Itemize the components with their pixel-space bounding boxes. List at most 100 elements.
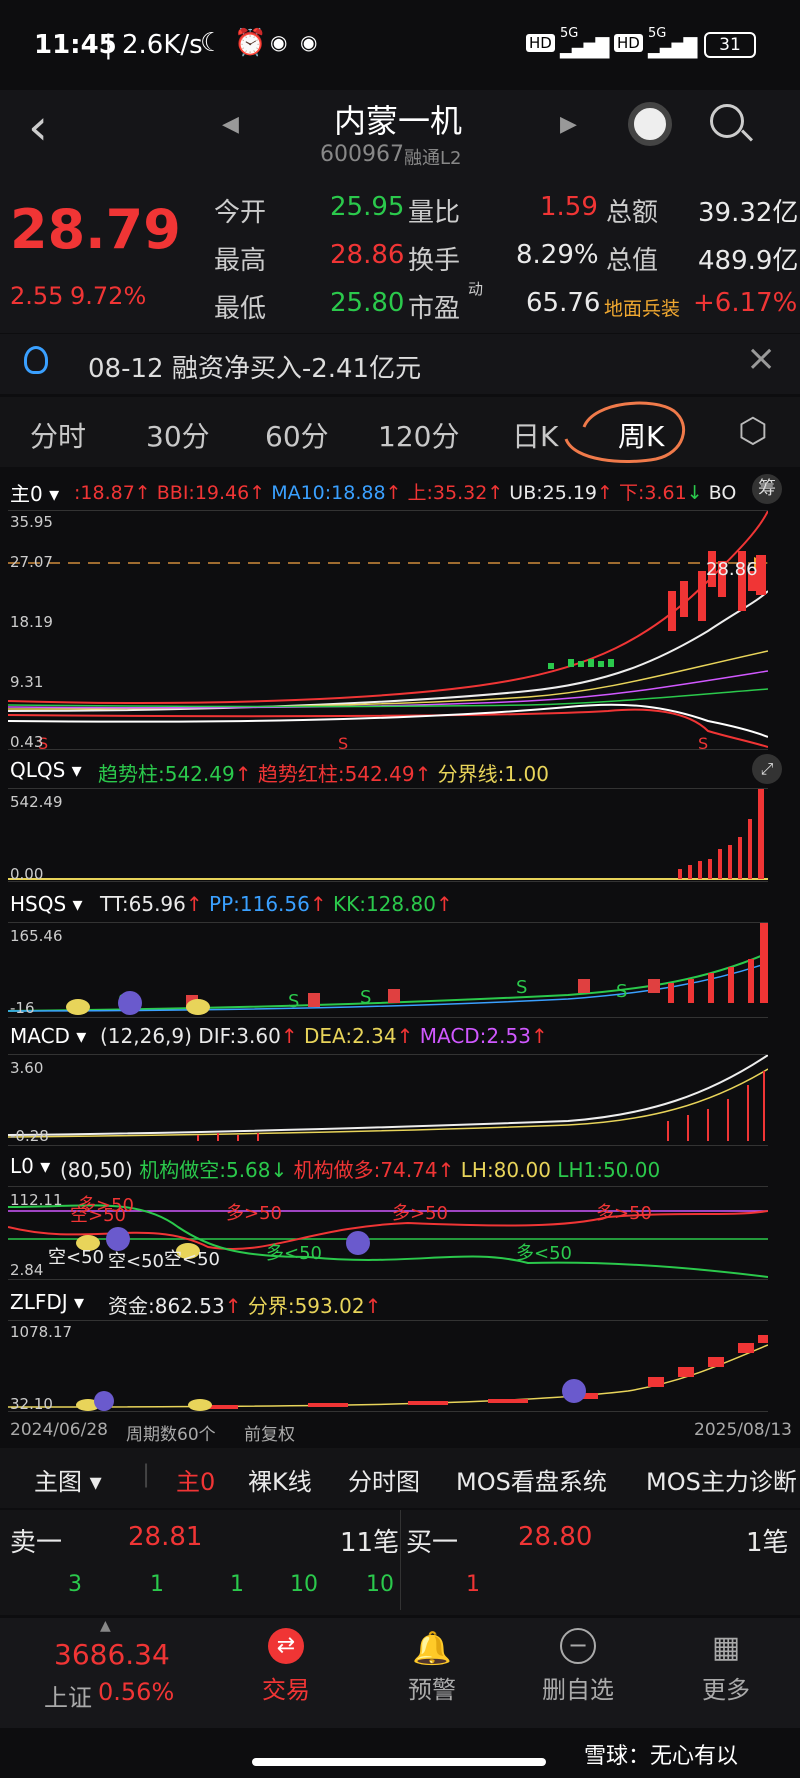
- mode-main0[interactable]: 主0: [176, 1462, 215, 1497]
- bottom-nav: ▲ 3686.34 上证 0.56% ⇄ 交易 🔔 预警 − 删自选 ▦ 更多: [0, 1618, 800, 1728]
- bell-icon: 🔔: [412, 1629, 452, 1667]
- index-name: 上证: [44, 1684, 92, 1712]
- home-indicator[interactable]: [252, 1758, 546, 1766]
- period-tabs: 分时 30分 60分 120分 日K 周K ⬡: [0, 397, 800, 467]
- ask-count: 11笔: [340, 1528, 400, 1558]
- price-scale-2: 27.07: [10, 553, 53, 571]
- sector-change: +6.17%: [693, 288, 798, 318]
- price-scale-4: 9.31: [10, 673, 44, 691]
- financing-notice[interactable]: 08-12 融资净买入-2.41亿元 ×: [0, 334, 800, 394]
- macd-select[interactable]: MACD ▾: [10, 1024, 86, 1048]
- search-icon[interactable]: [710, 104, 744, 138]
- app-notification-icon: ◉: [270, 30, 288, 54]
- stock-header: ‹ ◀ 内蒙一机 600967 融通L2 ▶: [0, 90, 800, 178]
- zlfdj-chart[interactable]: 1078.17 32.10: [8, 1320, 768, 1413]
- price-scale-3: 18.19: [10, 613, 53, 631]
- chart-footer: 2024/06/28 周期数60个 前复权 2025/08/13: [10, 1420, 792, 1445]
- lightbulb-icon: [24, 346, 48, 374]
- alarm-icon: ⏰: [234, 28, 267, 58]
- svg-text:S: S: [698, 734, 708, 751]
- zlfdj-select[interactable]: ZLFDJ ▾: [10, 1290, 84, 1314]
- price-change-pct: 9.72%: [70, 282, 147, 310]
- nav-more[interactable]: ▦ 更多: [666, 1628, 786, 1705]
- index-value[interactable]: 3686.34: [54, 1638, 170, 1671]
- macd-chart[interactable]: 3.60 -0.28: [8, 1054, 768, 1146]
- next-stock-icon[interactable]: ▶: [560, 112, 577, 137]
- main-indicator-row: 主0 ▾ :18.87↑ BBI:19.46↑ MA10:18.88↑ 上:35…: [0, 474, 800, 508]
- status-speed: 2.6K/s: [122, 30, 203, 60]
- hd-badge: HD: [526, 34, 555, 52]
- nav-remove-watchlist[interactable]: − 删自选: [518, 1628, 638, 1705]
- svg-text:S: S: [288, 991, 299, 1012]
- quote-panel: 28.79 2.55 9.72% 今开 25.95 量比 1.59 总额 39.…: [0, 178, 800, 333]
- stock-name: 内蒙一机: [334, 102, 463, 140]
- index-pct: 0.56%: [98, 1678, 175, 1706]
- hd-badge-2: HD: [614, 34, 643, 52]
- nav-alert[interactable]: 🔔 预警: [372, 1628, 492, 1705]
- tab-60min[interactable]: 60分: [265, 415, 329, 455]
- kline-svg: S S S: [8, 511, 768, 751]
- bid-price: 28.80: [518, 1522, 593, 1552]
- price-change: 2.55: [10, 282, 64, 310]
- last-price: 28.79: [10, 198, 181, 261]
- notice-text: 08-12 融资净买入-2.41亿元: [88, 354, 422, 384]
- moon-icon: ☾: [200, 28, 224, 58]
- svg-text:S: S: [516, 977, 527, 998]
- tab-120min[interactable]: 120分: [378, 415, 459, 455]
- l0-indicator-row: L0 ▾ (80,50) 机构做空:5.68↓ 机构做多:74.74↑ LH:8…: [10, 1154, 661, 1182]
- main-indicator-values: :18.87↑ BBI:19.46↑ MA10:18.88↑ 上:35.32↑ …: [74, 482, 737, 504]
- adjust-mode[interactable]: 前复权: [244, 1420, 295, 1445]
- macd-indicator-row: MACD ▾ (12,26,9) DIF:3.60↑ DEA:2.34↑ MAC…: [10, 1024, 548, 1048]
- qlqs-indicator-row: QLQS ▾ 趋势柱:542.49↑ 趋势红柱:542.49↑ 分界线:1.00…: [0, 754, 800, 788]
- trade-icon: ⇄: [268, 1628, 304, 1664]
- hsqs-chart[interactable]: SSSSS 165.46 -16: [8, 922, 768, 1018]
- l0-select[interactable]: L0 ▾: [10, 1154, 50, 1178]
- last-high-label: 28.86: [706, 559, 758, 580]
- chart-mode-bar: 主图 ▾ | 主0 裸K线 分时图 MOS看盘系统 MOS主力诊断: [0, 1448, 800, 1508]
- chip-distribution-button[interactable]: 筹: [752, 474, 782, 504]
- hsqs-select[interactable]: HSQS ▾: [10, 892, 83, 916]
- mode-mos-diagnose[interactable]: MOS主力诊断: [646, 1462, 797, 1497]
- zlfdj-indicator-row: ZLFDJ ▾ 资金:862.53↑ 分界:593.02↑: [10, 1290, 382, 1318]
- tab-minute[interactable]: 分时: [30, 415, 86, 455]
- app-notification-icon-2: ◉: [300, 30, 318, 54]
- qlqs-select[interactable]: QLQS ▾: [10, 758, 82, 782]
- grid-icon: ▦: [711, 1630, 741, 1665]
- stock-badges: 融通L2: [404, 148, 462, 169]
- main-kline-chart[interactable]: S S S 35.95 27.07 18.19 9.31 0.43 28.86: [8, 510, 768, 751]
- back-arrow-icon[interactable]: ‹: [28, 98, 48, 156]
- hand-drawn-circle: [564, 401, 686, 464]
- svg-text:S: S: [360, 987, 371, 1008]
- qlqs-chart[interactable]: 542.49 0.00: [8, 788, 768, 883]
- minus-circle-icon: −: [560, 1628, 596, 1664]
- prev-stock-icon[interactable]: ◀: [222, 112, 239, 137]
- svg-text:S: S: [616, 981, 627, 1002]
- main-chart-select[interactable]: 主图 ▾: [34, 1462, 102, 1497]
- ask-price: 28.81: [128, 1522, 203, 1552]
- price-scale-bottom: 0.43: [10, 733, 44, 751]
- battery-icon: 31: [704, 32, 756, 58]
- mode-timeshare[interactable]: 分时图: [348, 1462, 420, 1497]
- main-indicator-select[interactable]: 主0 ▾: [10, 478, 59, 507]
- close-icon[interactable]: ×: [746, 338, 776, 379]
- signal-icon: ▂▄▆█: [560, 38, 609, 59]
- watermark: 雪球：无心有以: [584, 1744, 739, 1769]
- status-bar: 11:45 | 2.6K/s ☾ ⏰ ◉ ◉ HD 5G ▂▄▆█ HD 5G …: [0, 0, 800, 90]
- nav-trade[interactable]: ⇄ 交易: [226, 1628, 346, 1705]
- svg-text:S: S: [338, 734, 348, 751]
- price-scale-top: 35.95: [10, 513, 53, 531]
- bid-count: 1笔: [746, 1528, 789, 1558]
- caret-up-icon: ▲: [100, 1618, 111, 1634]
- expand-icon[interactable]: ⤢: [752, 754, 782, 784]
- mode-mos-system[interactable]: MOS看盘系统: [456, 1462, 607, 1497]
- settings-hexagon-icon[interactable]: ⬡: [738, 411, 768, 451]
- hsqs-indicator-row: HSQS ▾ TT:65.96↑ PP:116.56↑ KK:128.80↑: [10, 892, 453, 916]
- l0-chart[interactable]: 空>50 多>50 多>50 多>50 空<50 空<50 多<50 多<50 …: [8, 1186, 768, 1280]
- stock-code: 600967: [320, 142, 404, 167]
- mode-naked-k[interactable]: 裸K线: [248, 1462, 312, 1497]
- signal-icon-2: ▂▄▆█: [648, 38, 697, 59]
- sector-name[interactable]: 地面兵装: [604, 294, 680, 321]
- tab-30min[interactable]: 30分: [146, 415, 210, 455]
- order-book: 卖一 28.81 11笔 买一 28.80 1笔 3 1 1 10 10 1: [0, 1510, 800, 1615]
- robot-assistant-icon[interactable]: [628, 102, 672, 146]
